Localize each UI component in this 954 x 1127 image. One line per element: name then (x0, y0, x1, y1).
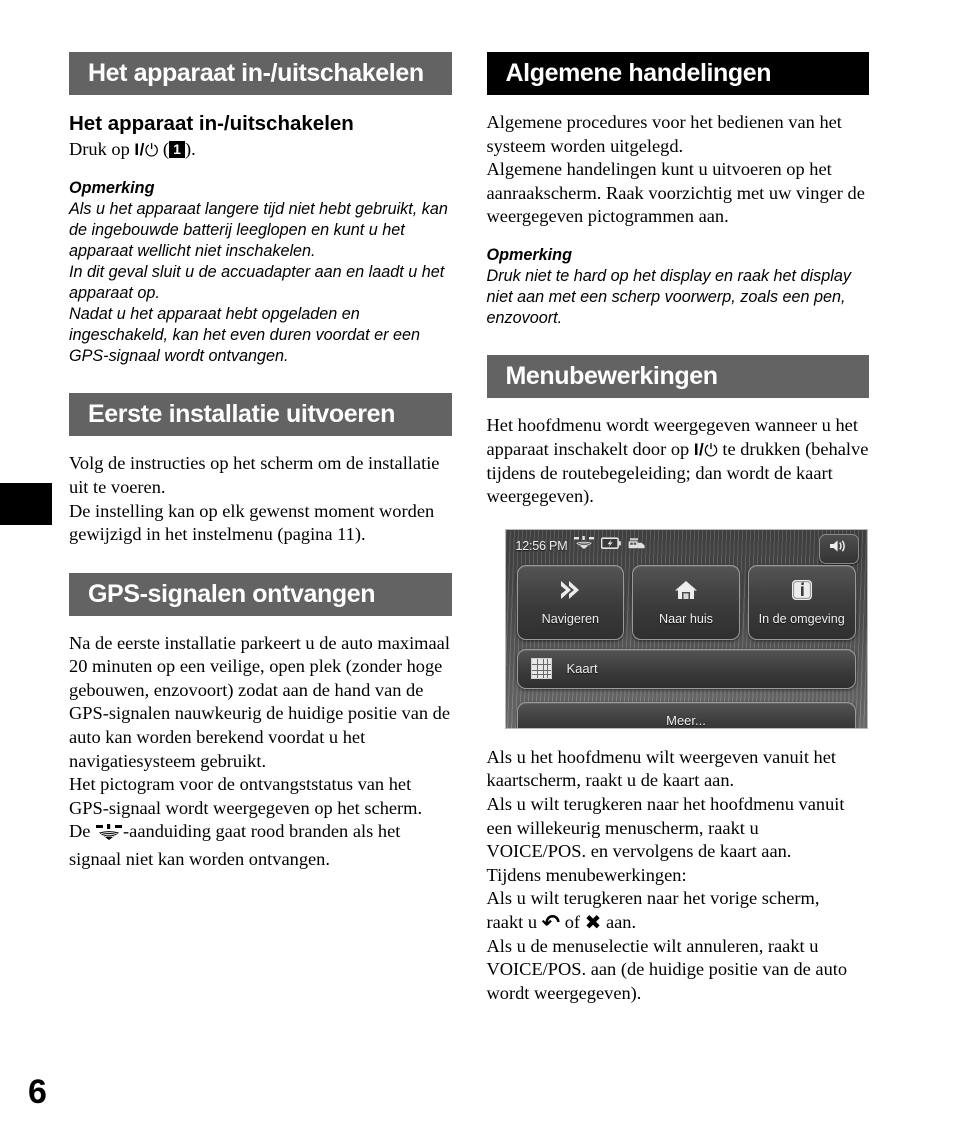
note-body: Als u het apparaat langere tijd niet heb… (69, 199, 448, 366)
note-block-touchscreen: Opmerking Druk niet te hard op het displ… (487, 245, 870, 329)
thumb-index-tab (0, 483, 52, 525)
close-x-icon: ✖ (584, 909, 602, 934)
device-main-tiles: Navigeren Naar huis In de omgeving (516, 564, 856, 640)
menu-operations-intro: Het hoofdmenu wordt weergegeven wanneer … (487, 414, 870, 508)
power-label: I/ (134, 139, 145, 159)
tile-label: Navigeren (541, 612, 600, 627)
device-clock: 12:56 PM (515, 538, 568, 553)
battery-charging-icon (601, 537, 622, 555)
tile-in-de-omgeving[interactable]: In de omgeving (747, 564, 856, 640)
power-icon: ⏻ (144, 140, 159, 161)
button-meer[interactable]: Meer... (516, 701, 856, 729)
section-banner-general-operations: Algemene handelingen (486, 52, 869, 96)
tile-label: In de omgeving (758, 612, 845, 627)
grid-map-icon (530, 658, 552, 680)
main-menu-screenshot: 12:56 PM Navigeren Naar huis In de omgev… (504, 528, 868, 729)
speaker-volume-button[interactable] (818, 533, 859, 564)
instruction-open-paren: ( (158, 138, 170, 159)
tile-naar-huis[interactable]: Naar huis (632, 564, 740, 640)
tile-navigeren[interactable]: Navigeren (516, 564, 625, 640)
note-block-power: Opmerking Als u het apparaat langere tij… (69, 178, 452, 368)
button-meer-label: Meer... (666, 713, 706, 729)
gps-status-icon (574, 536, 595, 555)
button-kaart-label: Kaart (566, 661, 598, 677)
cancel-paragraph: Als u de menuselectie wilt annuleren, ra… (486, 935, 848, 1003)
section-banner-power-onoff: Het apparaat in-/uitschakelen (69, 52, 452, 96)
gps-paragraph-1: Na de eerste installatie parkeert u de a… (69, 632, 451, 771)
page-number: 6 (28, 1073, 47, 1111)
note-body: Druk niet te hard op het display en raak… (486, 267, 851, 328)
left-column: Het apparaat in-/uitschakelen Het appara… (69, 52, 452, 1005)
device-status-bar: 12:56 PM (506, 535, 867, 557)
double-chevron-right-icon (557, 578, 583, 607)
callout-badge-1: 1 (169, 140, 186, 158)
power-instruction-line: Druk op I/⏻ (1). (69, 138, 452, 162)
page-columns: Het apparaat in-/uitschakelen Het appara… (69, 52, 869, 1005)
back-line-part1: Als u wilt terugkeren naar het vorige sc… (486, 888, 820, 932)
device-screen-surface: 12:56 PM Navigeren Naar huis In de omgev… (505, 529, 867, 729)
back-arrow-icon: ↶ (541, 910, 561, 936)
info-icon (790, 578, 814, 607)
back-line-part2: aan. (601, 911, 637, 932)
tile-label: Naar huis (659, 612, 713, 627)
note-title: Opmerking (486, 245, 572, 264)
first-setup-paragraph: Volg de instructies op het scherm om de … (69, 453, 440, 545)
subheading-power-onoff: Het apparaat in-/uitschakelen (69, 112, 354, 136)
power-icon: ⏻ (704, 441, 718, 462)
home-icon (673, 578, 699, 607)
gps-reception-icon (96, 824, 123, 848)
gps-paragraph-2: Het pictogram voor de ontvangststatus va… (69, 773, 452, 871)
section-banner-menu-operations: Menubewerkingen (486, 355, 869, 399)
instruction-close-paren: ). (185, 138, 196, 159)
right-column: Algemene handelingen Algemene procedures… (486, 52, 870, 1005)
menu-ops-heading: Tijdens menubewerkingen: (486, 864, 687, 885)
general-operations-paragraph: Algemene procedures voor het bedienen va… (486, 112, 865, 227)
back-line-mid: of (560, 911, 585, 932)
speaker-volume-icon (829, 538, 848, 559)
after-image-paragraph: Als u het hoofdmenu wilt weergeven vanui… (486, 746, 845, 862)
instruction-prefix: Druk op (69, 138, 135, 159)
button-kaart[interactable]: Kaart (516, 648, 856, 689)
traffic-status-icon (628, 537, 646, 555)
power-label: I/ (693, 440, 705, 460)
back-instruction-line: Als u wilt terugkeren naar het vorige sc… (487, 887, 870, 935)
note-title: Opmerking (69, 178, 155, 197)
device-status-icons (574, 536, 646, 555)
section-banner-gps-signals: GPS-signalen ontvangen (69, 572, 452, 616)
section-banner-first-setup: Eerste installatie uitvoeren (69, 393, 452, 437)
